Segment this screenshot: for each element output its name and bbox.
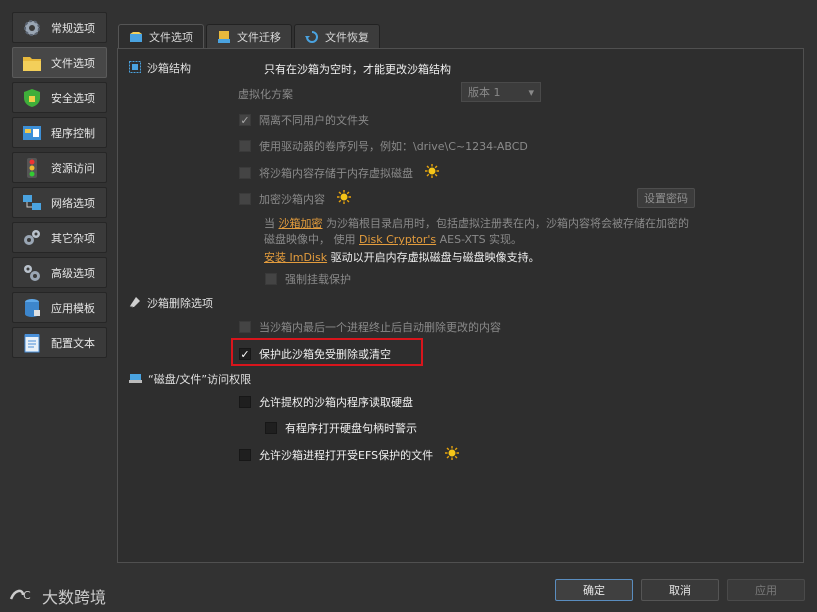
watermark-text: 大数跨境 [42,588,107,607]
watermark: C 大数跨境 [8,584,106,608]
tab-label: 文件恢复 [325,30,369,44]
delete-section-title: 沙箱删除选项 [129,295,213,311]
set-password-button[interactable]: 设置密码 [637,188,695,208]
sidebar-item-template[interactable]: 应用模板 [12,292,107,323]
tab-file-restore[interactable]: 文件恢复 [294,24,380,48]
checkbox[interactable] [239,192,251,205]
sidebar-item-label: 常规选项 [51,21,95,35]
shield-icon [21,87,43,109]
folder-icon [21,52,43,74]
checkbox[interactable]: ✓ [239,348,251,360]
tab-file-migrate[interactable]: 文件迁移 [206,24,292,48]
sidebar-item-label: 安全选项 [51,91,95,105]
sidebar-item-program[interactable]: 程序控制 [12,117,107,148]
option-auto-delete[interactable]: 当沙箱内最后一个进程终止后自动删除更改的内容 [239,319,501,335]
sidebar-item-label: 程序控制 [51,126,95,140]
apply-button[interactable]: 应用 [727,579,805,601]
option-raw-disk[interactable]: 允许提权的沙箱内程序读取硬盘 [239,394,413,410]
option-efs[interactable]: 允许沙箱进程打开受EFS保护的文件 [239,446,460,463]
option-volume-serial[interactable]: 使用驱动器的卷序列号，例如：\drive\C~1234-ABCD [239,138,528,154]
sidebar-item-resource[interactable]: 资源访问 [12,152,107,183]
tab-bar: 文件选项 文件迁移 文件恢复 [118,24,380,49]
sidebar-item-file[interactable]: 文件选项 [12,47,107,78]
sandbox-icon [129,30,143,44]
option-isolate-users[interactable]: ✓ 隔离不同用户的文件夹 [239,112,369,128]
option-force-mount[interactable]: 强制挂载保护 [265,271,351,287]
sidebar-item-label: 高级选项 [51,266,95,280]
tab-label: 文件选项 [149,31,193,44]
eraser-icon [129,296,141,311]
sandbox-encryption-link[interactable]: 沙箱加密 [279,217,323,230]
checkbox[interactable] [239,140,251,152]
checkbox[interactable] [239,166,251,179]
sidebar: 常规选项 文件选项 安全选项 程序控制 资源访问 网络选项 其它杂项 高级选项 … [12,12,107,362]
sidebar-item-network[interactable]: 网络选项 [12,187,107,218]
supporter-sun-icon [337,190,351,207]
disk-icon [129,372,142,387]
checkbox[interactable] [265,273,277,285]
sidebar-item-label: 网络选项 [51,196,95,210]
sidebar-item-label: 文件选项 [51,56,95,70]
sidebar-item-advanced[interactable]: 高级选项 [12,257,107,288]
sidebar-item-misc[interactable]: 其它杂项 [12,222,107,253]
virtualization-label: 虚拟化方案 [238,88,293,101]
option-ramdisk[interactable]: 将沙箱内容存储于内存虚拟磁盘 [239,164,439,181]
tab-label: 文件迁移 [237,30,281,44]
encrypt-description-line2: 磁盘映像中， 使用 Disk Cryptor's AES-XTS 实现。 [264,233,523,246]
structure-note: 只有在沙箱为空时，才能更改沙箱结构 [264,63,451,76]
structure-section-title: 沙箱结构 [129,60,191,76]
program-icon [21,122,43,144]
access-section-title: “磁盘/文件”访问权限 [129,371,251,387]
traffic-light-icon [21,157,43,179]
restore-icon [305,30,319,44]
checkbox[interactable] [239,448,251,461]
structure-icon [129,60,141,76]
gear-icon [21,17,43,39]
cancel-button[interactable]: 取消 [641,579,719,601]
option-protect-sandbox[interactable]: ✓ 保护此沙箱免受删除或清空 [239,346,391,362]
migrate-icon [217,30,231,44]
sidebar-item-label: 资源访问 [51,161,95,175]
svg-text:C: C [23,589,31,602]
encrypt-description-line1: 当 沙箱加密 为沙箱根目录启用时，包括虚拟注册表在内，沙箱内容将会被存储在加密的 [264,217,689,230]
supporter-sun-icon [445,446,460,463]
database-icon [21,297,43,319]
option-encrypt[interactable]: 加密沙箱内容 [239,190,351,207]
sidebar-item-general[interactable]: 常规选项 [12,12,107,43]
option-warn-handle[interactable]: 有程序打开硬盘句柄时警示 [265,420,417,436]
tab-file-options[interactable]: 文件选项 [118,24,204,49]
checkbox[interactable]: ✓ [239,114,251,126]
imdisk-description: 安装 ImDisk 驱动以开启内存虚拟磁盘与磁盘映像支持。 [264,251,540,264]
gears-icon [21,227,43,249]
install-imdisk-link[interactable]: 安装 ImDisk [264,251,327,264]
ok-button[interactable]: 确定 [555,579,633,601]
disk-cryptor-link[interactable]: Disk Cryptor's [359,233,436,246]
notepad-icon [21,332,43,354]
network-icon [21,192,43,214]
sidebar-item-security[interactable]: 安全选项 [12,82,107,113]
file-options-panel: 沙箱结构 只有在沙箱为空时，才能更改沙箱结构 虚拟化方案 版本 1 ▾ ✓ 隔离… [117,48,804,563]
sidebar-item-label: 其它杂项 [51,231,95,245]
checkbox[interactable] [239,321,251,333]
sidebar-item-config-text[interactable]: 配置文本 [12,327,107,358]
chevron-down-icon: ▾ [528,85,534,99]
sidebar-item-label: 应用模板 [51,301,95,315]
sidebar-item-label: 配置文本 [51,336,95,350]
advanced-gears-icon [21,262,43,284]
checkbox[interactable] [239,396,251,408]
checkbox[interactable] [265,422,277,434]
supporter-sun-icon [425,164,439,181]
virtualization-select[interactable]: 版本 1 ▾ [461,82,541,102]
watermark-logo-icon: C [8,586,38,606]
